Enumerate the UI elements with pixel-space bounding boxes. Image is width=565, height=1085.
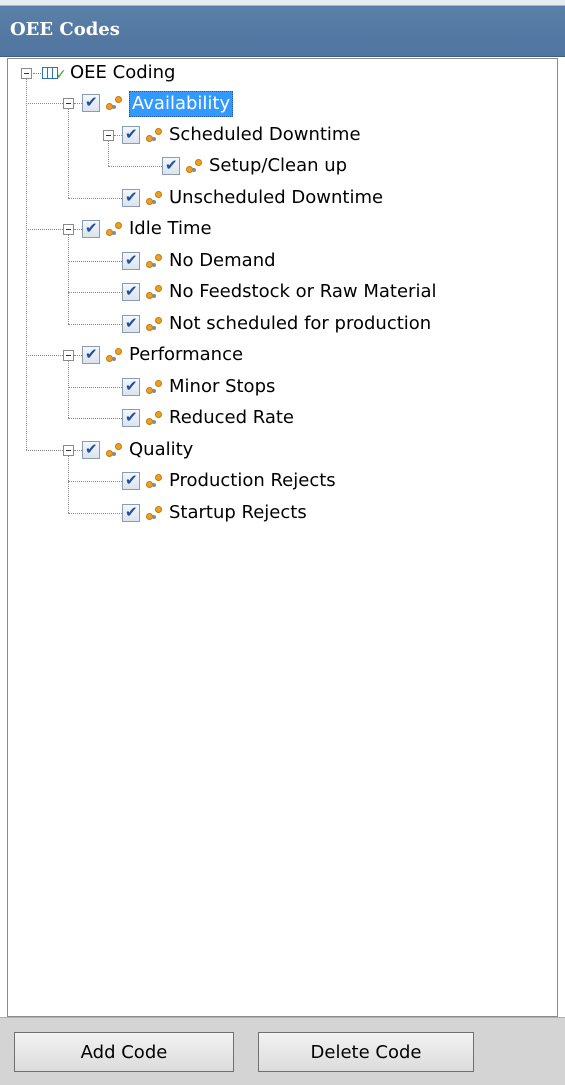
tree-connector xyxy=(68,418,122,419)
code-nodes-icon xyxy=(106,96,122,110)
checkbox[interactable] xyxy=(122,503,140,522)
code-nodes-icon xyxy=(146,474,162,488)
collapse-icon[interactable] xyxy=(63,444,74,456)
tree-node-label[interactable]: Idle Time xyxy=(129,217,212,241)
tree-node-label[interactable]: Unscheduled Downtime xyxy=(169,186,383,210)
tree-connector xyxy=(68,197,122,199)
tree-node-label[interactable]: Production Rejects xyxy=(169,469,336,493)
tree-node-label[interactable]: Minor Stops xyxy=(169,375,275,399)
code-nodes-icon xyxy=(146,316,162,331)
checkbox[interactable] xyxy=(82,93,100,112)
tree-node-label[interactable]: No Demand xyxy=(169,249,276,273)
code-nodes-icon xyxy=(106,348,122,362)
checkbox[interactable] xyxy=(122,125,140,144)
code-nodes-icon xyxy=(106,222,122,236)
delete-code-button[interactable]: Delete Code xyxy=(258,1032,474,1072)
tree-connector xyxy=(68,292,122,293)
tree-connector xyxy=(26,79,27,450)
code-nodes-icon xyxy=(146,190,162,205)
checkbox[interactable] xyxy=(122,188,140,207)
tree-connector xyxy=(74,449,82,451)
tree-node-label[interactable]: Reduced Rate xyxy=(169,406,294,430)
checkbox[interactable] xyxy=(82,440,100,459)
panel-title-bar: OEE Codes xyxy=(0,0,565,57)
code-nodes-icon xyxy=(146,127,162,142)
tree-connector xyxy=(108,140,109,166)
code-nodes-icon xyxy=(146,379,162,394)
tree-node-label[interactable]: Setup/Clean up xyxy=(209,154,347,178)
oee-codes-tree[interactable]: ✓ OEE Coding Availability Scheduled Downt… xyxy=(8,59,557,1016)
checkbox[interactable] xyxy=(122,314,140,333)
panel-title: OEE Codes xyxy=(10,19,120,40)
checkbox[interactable] xyxy=(122,377,140,396)
collapse-icon[interactable] xyxy=(63,350,74,361)
code-nodes-icon xyxy=(186,159,202,173)
tree-connector xyxy=(26,355,63,356)
tree-connector xyxy=(68,455,69,513)
code-nodes-icon xyxy=(146,505,162,520)
button-bar: Add Code Delete Code xyxy=(0,1017,565,1085)
tree-connector xyxy=(26,229,63,230)
tree-root-label[interactable]: OEE Coding xyxy=(70,61,175,85)
tree-connector xyxy=(68,386,122,388)
tree-connector xyxy=(108,166,162,167)
add-code-button[interactable]: Add Code xyxy=(14,1032,234,1072)
tree-connector xyxy=(74,229,82,230)
checkbox[interactable] xyxy=(122,251,140,270)
tree-connector xyxy=(68,512,122,514)
tree-node-label[interactable]: No Feedstock or Raw Material xyxy=(169,280,436,304)
checkbox[interactable] xyxy=(122,282,140,301)
tree-node-label[interactable]: Performance xyxy=(129,343,243,367)
collapse-icon[interactable] xyxy=(21,68,32,79)
checkbox[interactable] xyxy=(122,471,140,490)
tree-connector xyxy=(74,103,82,104)
collapse-icon[interactable] xyxy=(63,224,74,235)
checkbox[interactable] xyxy=(162,156,180,175)
collapse-icon[interactable] xyxy=(103,129,114,141)
checkbox[interactable] xyxy=(82,219,100,238)
tree-connector xyxy=(68,361,69,418)
tree-connector xyxy=(33,73,41,74)
collapse-icon[interactable] xyxy=(63,98,74,109)
tree-connector xyxy=(114,134,122,136)
tree-node-label[interactable]: Not scheduled for production xyxy=(169,312,431,336)
tree-connector xyxy=(68,235,69,324)
tree-node-label[interactable]: Startup Rejects xyxy=(169,501,307,525)
tree-connector xyxy=(68,481,122,482)
oee-codes-tree-panel[interactable]: ✓ OEE Coding Availability Scheduled Downt… xyxy=(7,58,558,1017)
code-nodes-icon xyxy=(146,285,162,299)
code-nodes-icon xyxy=(146,411,162,425)
tree-connector xyxy=(68,323,122,325)
checkbox[interactable] xyxy=(122,408,140,427)
tree-connector xyxy=(68,109,69,198)
tree-connector xyxy=(74,355,82,356)
code-nodes-icon xyxy=(106,442,122,457)
checkbox[interactable] xyxy=(82,345,100,364)
tree-connector xyxy=(26,449,63,451)
tree-node-label[interactable]: Quality xyxy=(129,438,193,462)
tree-connector xyxy=(26,103,63,104)
tree-node-label[interactable]: Scheduled Downtime xyxy=(169,123,361,147)
tree-connector xyxy=(68,260,122,262)
code-nodes-icon xyxy=(146,253,162,268)
table-check-icon: ✓ xyxy=(42,66,67,82)
tree-node-label-selected[interactable]: Availability xyxy=(129,91,234,117)
